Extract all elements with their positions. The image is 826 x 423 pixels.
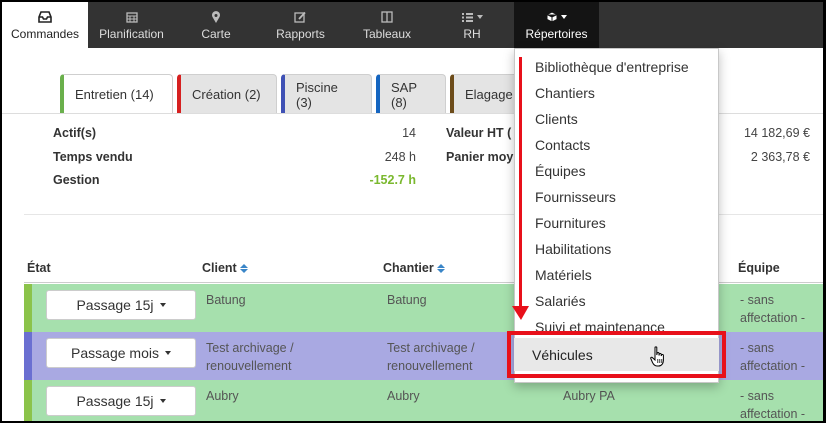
status-dropdown-button[interactable]: Passage 15j <box>46 290 196 320</box>
nav-label: RH <box>463 27 481 41</box>
button-label: Passage 15j <box>76 297 154 313</box>
row-chantier: Test archivage / renouvellement <box>387 341 475 373</box>
button-label: Passage 15j <box>76 393 154 409</box>
tab-label: Entretien (14) <box>75 87 154 102</box>
stat-gestion-value: -152.7 h <box>369 173 416 187</box>
row-equipe: - sans affectation - <box>740 341 806 373</box>
header-chantier[interactable]: Chantier <box>383 261 445 275</box>
inbox-icon <box>38 10 52 24</box>
caret-down-icon <box>477 15 483 19</box>
menu-item-label: Véhicules <box>532 347 593 363</box>
row-chantier: Aubry <box>387 389 420 403</box>
nav-label: Répertoires <box>525 27 588 41</box>
tab-entretien[interactable]: Entretien (14) <box>60 74 173 114</box>
row-extra: Aubry PA <box>563 389 615 403</box>
menu-item-fournisseurs[interactable]: Fournisseurs <box>535 189 616 205</box>
annotation-arrow-head <box>512 306 529 320</box>
sort-icon <box>239 264 248 274</box>
hand-cursor-icon <box>650 346 666 371</box>
table-row[interactable]: Passage 15j Aubry Aubry Aubry PA - sans … <box>24 380 823 421</box>
nav-repertoires[interactable]: Répertoires <box>514 2 599 48</box>
stat-actifs-value: 14 <box>402 126 416 140</box>
tab-piscine[interactable]: Piscine (3) <box>281 74 372 114</box>
edit-icon <box>294 10 307 24</box>
caret-down-icon <box>159 399 166 403</box>
top-navbar: Commandes Planification Carte Rapports T… <box>2 2 823 48</box>
sort-icon <box>436 264 445 274</box>
map-marker-icon <box>211 10 221 24</box>
tab-label: Piscine (3) <box>296 79 338 110</box>
row-client: Aubry <box>206 389 239 403</box>
stat-valeur-label: Valeur HT ( <box>446 126 512 140</box>
row-status-bar <box>24 284 32 332</box>
nav-tableaux[interactable]: Tableaux <box>344 2 430 48</box>
stat-gestion-label: Gestion <box>53 173 100 187</box>
annotation-highlight-box: Véhicules <box>507 331 726 378</box>
header-equipe[interactable]: Équipe <box>738 261 780 275</box>
row-equipe: - sans affectation - <box>740 389 806 421</box>
header-label: Chantier <box>383 261 434 275</box>
nav-rapports[interactable]: Rapports <box>257 2 344 48</box>
nav-commandes[interactable]: Commandes <box>2 2 88 48</box>
menu-item-materiels[interactable]: Matériels <box>535 267 592 283</box>
calendar-icon <box>125 10 138 24</box>
stat-panier-label: Panier moy <box>446 150 514 164</box>
caret-down-icon <box>164 351 171 355</box>
stat-temps-value: 248 h <box>384 150 416 164</box>
menu-item-equipes[interactable]: Équipes <box>535 163 586 179</box>
annotation-arrow-line <box>519 57 522 309</box>
status-dropdown-button[interactable]: Passage mois <box>46 338 196 368</box>
menu-item-chantiers[interactable]: Chantiers <box>535 85 595 101</box>
row-client: Test archivage / renouvellement <box>206 341 294 373</box>
button-label: Passage mois <box>71 345 159 361</box>
nav-label: Rapports <box>276 27 325 41</box>
nav-label: Commandes <box>10 27 80 41</box>
columns-icon <box>381 10 393 24</box>
menu-item-habilitations[interactable]: Habilitations <box>535 241 611 257</box>
nav-carte[interactable]: Carte <box>175 2 257 48</box>
stat-valeur-value: 14 182,69 € <box>743 126 810 140</box>
header-client[interactable]: Client <box>202 261 248 275</box>
status-dropdown-button[interactable]: Passage 15j <box>46 386 196 416</box>
tab-sap[interactable]: SAP (8) <box>376 74 446 114</box>
row-equipe: - sans affectation - <box>740 293 806 325</box>
menu-item-bibliotheque[interactable]: Bibliothèque d'entreprise <box>535 59 689 75</box>
row-status-bar <box>24 332 32 380</box>
list-icon <box>461 10 483 24</box>
row-status-bar <box>24 380 32 421</box>
header-etat[interactable]: État <box>27 261 51 275</box>
row-client: Batung <box>206 293 246 307</box>
nav-label: Planification <box>99 27 164 41</box>
nav-rh[interactable]: RH <box>430 2 514 48</box>
nav-label: Carte <box>201 27 231 41</box>
nav-label: Tableaux <box>362 27 412 41</box>
menu-item-fournitures[interactable]: Fournitures <box>535 215 606 231</box>
tab-label: Elagage <box>465 87 513 102</box>
header-label: Client <box>202 261 237 275</box>
row-chantier: Batung <box>387 293 427 307</box>
menu-item-clients[interactable]: Clients <box>535 111 578 127</box>
menu-item-contacts[interactable]: Contacts <box>535 137 590 153</box>
stat-actifs-label: Actif(s) <box>53 126 97 140</box>
stat-panier-value: 2 363,78 € <box>750 150 810 164</box>
app-window: Commandes Planification Carte Rapports T… <box>2 2 823 421</box>
tab-label: Création (2) <box>192 87 261 102</box>
menu-item-salaries[interactable]: Salariés <box>535 293 586 309</box>
tab-label: SAP (8) <box>391 79 417 110</box>
cube-icon <box>546 10 567 24</box>
stat-temps-label: Temps vendu <box>53 150 133 164</box>
nav-planification[interactable]: Planification <box>88 2 175 48</box>
menu-item-vehicules[interactable]: Véhicules <box>514 338 719 371</box>
caret-down-icon <box>159 303 166 307</box>
tab-creation[interactable]: Création (2) <box>177 74 277 114</box>
caret-down-icon <box>561 15 567 19</box>
